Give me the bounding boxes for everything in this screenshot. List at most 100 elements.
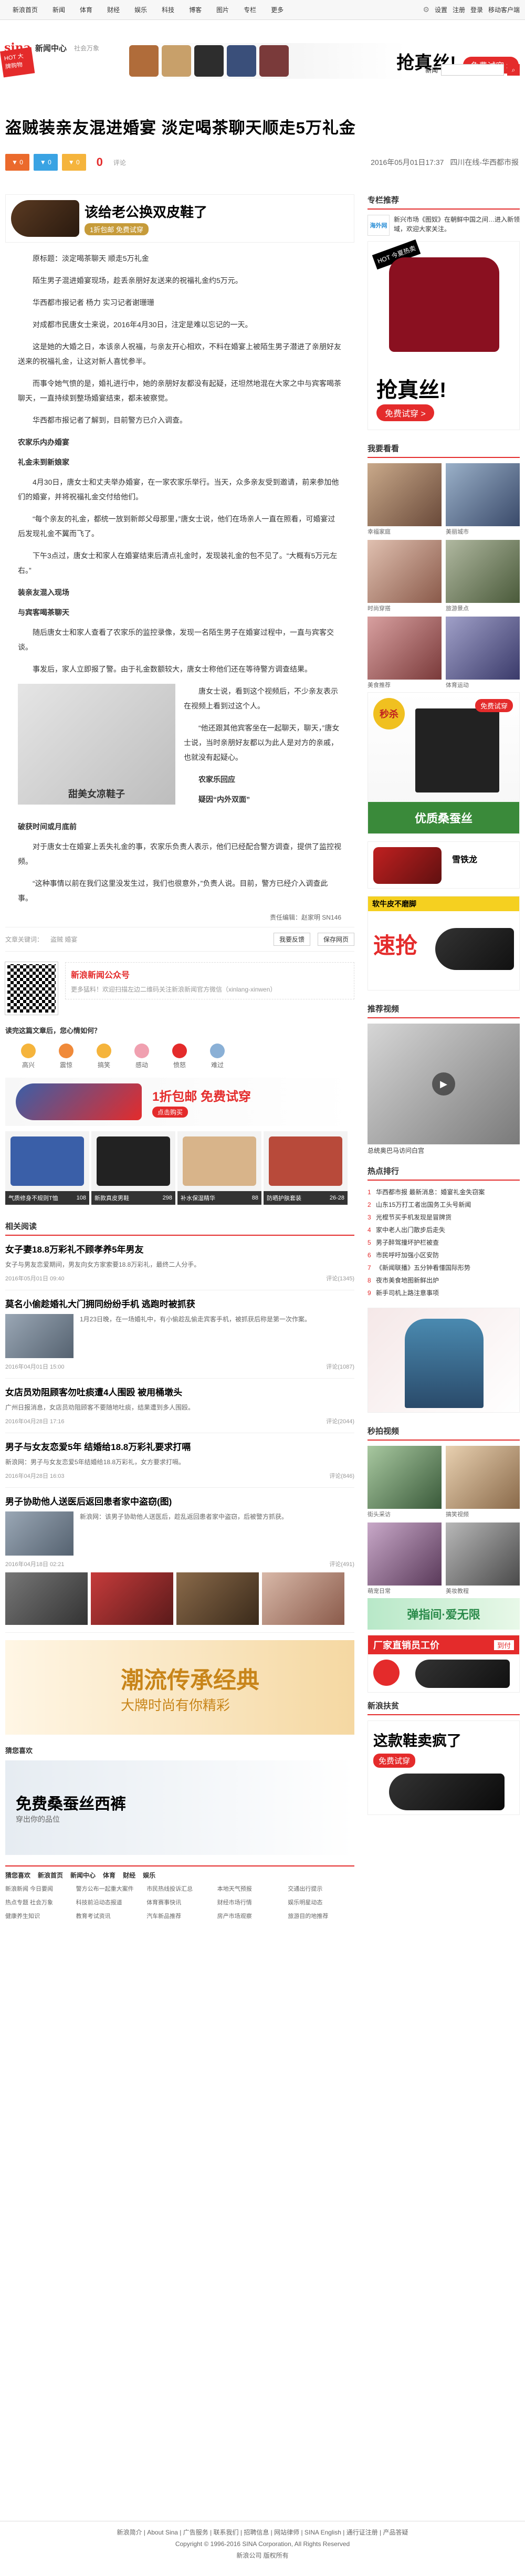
related-item-title[interactable]: 男子协助他人送医后返回患者家中盗窃(图) xyxy=(5,1494,354,1507)
related-item-title[interactable]: 莫名小偷趁婚礼大门拥同纷纷手机 逃跑时被抓获 xyxy=(5,1297,354,1310)
mobile-client-link[interactable]: 移动客户端 xyxy=(488,5,520,14)
photo-thumb[interactable] xyxy=(176,1572,259,1625)
footer-link[interactable]: 旅游目的地推荐 xyxy=(288,1912,354,1921)
footer-link[interactable]: 财经市场行情 xyxy=(217,1899,284,1907)
save-page-button[interactable]: 保存网页 xyxy=(317,933,354,946)
register-link[interactable]: 注册 xyxy=(453,5,465,14)
related-item-comments[interactable]: 评论(491) xyxy=(329,1560,354,1568)
sidebar-news[interactable]: 海外网 新兴市场《图奴》在朝鲜中国之间…进入新领域，欢迎大家关注。 xyxy=(368,215,520,236)
footer-link[interactable]: 体育赛事快讯 xyxy=(146,1899,213,1907)
related-item[interactable]: 女子妻18.8万彩礼不顾孝养5年男友 女子与男友恋爱期间，男友向女方家索要18.… xyxy=(5,1236,354,1290)
hot-list-item[interactable]: 4 家中老人出门散步后走失 xyxy=(368,1224,520,1236)
source-link[interactable]: 四川在线-华西都市报 xyxy=(450,158,519,166)
mood-angry[interactable]: 愤怒 xyxy=(172,1044,187,1069)
related-item[interactable]: 男子与女友恋爱5年 结婚给18.8万彩礼要求打嗝 新浪网：男子与女友恋爱5年结婚… xyxy=(5,1433,354,1488)
footer-tab[interactable]: 新闻中心 xyxy=(70,1871,96,1880)
shirt-ad-cta[interactable]: 免费试穿 > xyxy=(376,404,434,421)
hot-list-item[interactable]: 1 华西都市报 最新消息：婚宴礼金失窃案 xyxy=(368,1186,520,1198)
footer-link[interactable]: 市民热线投诉汇总 xyxy=(146,1885,213,1893)
nav-photo[interactable]: 图片 xyxy=(209,5,236,14)
footer-link[interactable]: 科技前沿动态报道 xyxy=(76,1899,143,1907)
related-item[interactable]: 男子协助他人送医后返回患者家中盗窃(图) 新浪网：该男子协助他人送医后，趁乱返回… xyxy=(5,1488,354,1633)
footer-link[interactable]: 警方公布一起重大案件 xyxy=(76,1885,143,1893)
grid-cell[interactable]: 美妆教程 xyxy=(446,1522,520,1594)
hot-list-item[interactable]: 9 新手司机上路注意事项 xyxy=(368,1287,520,1299)
shoe-ad-banner[interactable]: 该给老公换双皮鞋了 1折包邮 免费试穿 xyxy=(5,194,354,243)
shop-item[interactable]: 补水保湿精华 88 xyxy=(177,1131,261,1205)
corner-badge[interactable]: HOT 大牌购物 xyxy=(0,47,35,78)
recommend-ad[interactable]: 免费桑蚕丝西裤 穿出你的品位 xyxy=(5,1760,354,1855)
nav-column[interactable]: 专栏 xyxy=(236,5,264,14)
sneaker-sidebar-ad[interactable]: 这款鞋卖疯了 免费试穿 xyxy=(368,1720,520,1815)
footer-link[interactable]: 汽车新品推荐 xyxy=(146,1912,213,1921)
footer-link[interactable]: 新浪新闻 今日要闻 xyxy=(5,1885,72,1893)
footer-tab[interactable]: 体育 xyxy=(103,1871,116,1880)
keyword-links[interactable]: 盗贼 婚宴 xyxy=(50,935,77,944)
footer-tab[interactable]: 娱乐 xyxy=(143,1871,155,1880)
sandal-ad-image[interactable]: 甜美女凉鞋子 xyxy=(18,684,175,805)
share-weibo-button[interactable]: ▼ 0 xyxy=(5,154,29,171)
video-thumb[interactable]: ▶ 总统奥巴马访问白宫 xyxy=(368,1024,520,1154)
leather-shoe-ad-cta[interactable]: 速抢 xyxy=(373,928,417,960)
shop-item[interactable]: 防晒护肤套装 26-28 xyxy=(264,1131,348,1205)
video-caption[interactable]: 总统奥巴马访问白宫 xyxy=(368,1146,424,1155)
sneaker-ad-cta[interactable]: 点击购买 xyxy=(152,1107,188,1118)
photo-thumb[interactable] xyxy=(5,1572,88,1625)
related-item-thumb[interactable] xyxy=(5,1314,74,1358)
related-item-thumb[interactable] xyxy=(5,1511,74,1556)
related-item-title[interactable]: 男子与女友恋爱5年 结婚给18.8万彩礼要求打嗝 xyxy=(5,1440,354,1453)
grid-cell[interactable]: 街头采访 xyxy=(368,1446,442,1518)
footer-links-line[interactable]: 新浪简介 | About Sina | 广告服务 | 联系我们 | 招聘信息 |… xyxy=(0,2527,525,2538)
related-item-comments[interactable]: 评论(2044) xyxy=(326,1417,354,1425)
nav-tech[interactable]: 科技 xyxy=(154,5,182,14)
search-button[interactable]: ⌕ xyxy=(507,64,520,76)
trousers-ad[interactable]: 秒杀 优质桑蚕丝 免费试穿 xyxy=(368,692,520,834)
game-ad[interactable]: 弹指间·爱无限 xyxy=(368,1598,520,1630)
hot-list-item[interactable]: 2 山东15万打工者出国务工头号新闻 xyxy=(368,1198,520,1211)
grid-cell[interactable]: 时尚穿搭 xyxy=(368,540,442,612)
grid-cell[interactable]: 幸福家庭 xyxy=(368,463,442,535)
footer-link[interactable]: 交通出行提示 xyxy=(288,1885,354,1893)
nav-blog[interactable]: 博客 xyxy=(182,5,209,14)
related-item[interactable]: 莫名小偷趁婚礼大门拥同纷纷手机 逃跑时被抓获 1月23日晚，在一场婚礼中，有小偷… xyxy=(5,1290,354,1379)
footer-link[interactable]: 健康养生知识 xyxy=(5,1912,72,1921)
feedback-button[interactable]: 我要反馈 xyxy=(273,933,310,946)
hot-list-item[interactable]: 8 夜市美食地图新鲜出炉 xyxy=(368,1274,520,1287)
related-item-comments[interactable]: 评论(846) xyxy=(329,1472,354,1480)
nav-home[interactable]: 新浪首页 xyxy=(5,5,45,14)
related-item-comments[interactable]: 评论(1345) xyxy=(326,1274,354,1282)
grid-cell[interactable]: 搞笑视频 xyxy=(446,1446,520,1518)
grid-cell[interactable]: 体育运动 xyxy=(446,617,520,689)
photo-thumb[interactable] xyxy=(91,1572,173,1625)
footer-link[interactable]: 热点专题 社会万象 xyxy=(5,1899,72,1907)
comment-count[interactable]: 0 xyxy=(90,154,109,171)
leather-shoe-ad[interactable]: 软牛皮不磨脚 速抢 xyxy=(368,896,520,990)
related-item[interactable]: 女店员劝阻顾客勿吐痰遭4人围殴 被用桶墩头 广州日报消息，女店员劝阻顾客不要随地… xyxy=(5,1379,354,1433)
fashion-sidebar-ad[interactable] xyxy=(368,1308,520,1413)
car-ad[interactable]: 雪铁龙 xyxy=(368,841,520,889)
hot-list-item[interactable]: 6 市民呼吁加强小区安防 xyxy=(368,1249,520,1261)
grid-cell[interactable]: 美丽城市 xyxy=(446,463,520,535)
settings-link[interactable]: 设置 xyxy=(435,5,447,14)
shop-item[interactable]: 气质修身不规则T恤 108 xyxy=(5,1131,89,1205)
login-link[interactable]: 登录 xyxy=(470,5,483,14)
grid-cell[interactable]: 旅游景点 xyxy=(446,540,520,612)
nav-finance[interactable]: 财经 xyxy=(100,5,127,14)
nav-news[interactable]: 新闻 xyxy=(45,5,72,14)
grid-cell[interactable]: 萌宠日常 xyxy=(368,1522,442,1594)
nav-more[interactable]: 更多 xyxy=(264,5,291,14)
share-qzone-button[interactable]: ▼ 0 xyxy=(61,154,86,171)
footer-tab[interactable]: 财经 xyxy=(123,1871,135,1880)
footer-link[interactable]: 娱乐明星动态 xyxy=(288,1899,354,1907)
shirt-ad[interactable]: HOT 今夏热卖 抢真丝! 免费试穿 > xyxy=(368,239,520,430)
factory-ad[interactable]: 厂家直销员工价 到付 xyxy=(368,1635,520,1693)
footer-link[interactable]: 教育考试资讯 xyxy=(76,1912,143,1921)
sneaker-ad[interactable]: 1折包邮 免费试穿 点击购买 xyxy=(5,1078,354,1126)
footer-tab[interactable]: 猜您喜欢 xyxy=(5,1871,30,1880)
related-item-title[interactable]: 女店员劝阻顾客勿吐痰遭4人围殴 被用桶墩头 xyxy=(5,1385,354,1398)
hot-list-item[interactable]: 3 光棍节买手机发现是冒牌货 xyxy=(368,1211,520,1224)
mood-sad[interactable]: 难过 xyxy=(210,1044,225,1069)
play-icon[interactable]: ▶ xyxy=(432,1072,455,1096)
mood-funny[interactable]: 搞笑 xyxy=(97,1044,111,1069)
shoe-ad-cta[interactable]: 1折包邮 免费试穿 xyxy=(85,223,149,235)
